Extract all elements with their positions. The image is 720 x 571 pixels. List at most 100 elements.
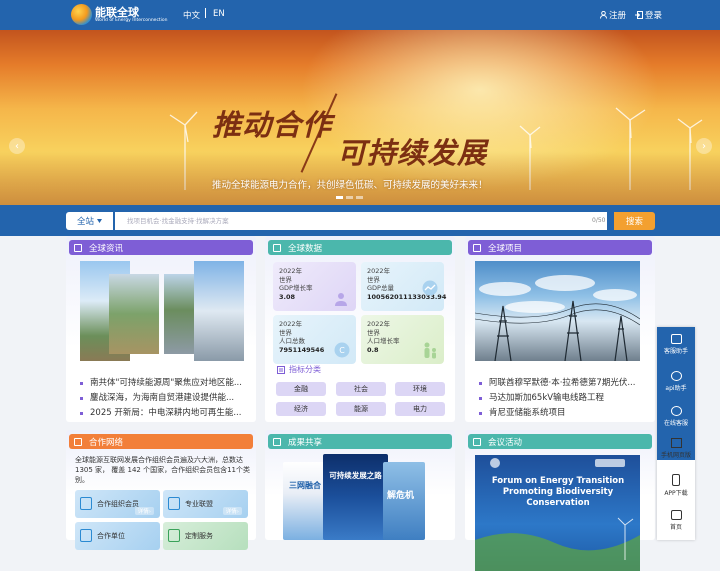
- lang-chinese-link[interactable]: 中文: [183, 9, 200, 21]
- search-scope-select[interactable]: 全站: [66, 212, 113, 230]
- projects-card-header[interactable]: 全球项目: [468, 240, 652, 255]
- partners-card-header[interactable]: 合作网络: [69, 434, 253, 449]
- service-icon: [168, 529, 180, 542]
- tag-button-society[interactable]: 社会: [336, 382, 386, 396]
- banner-prev-arrow-icon[interactable]: ‹: [9, 138, 25, 154]
- banner-dot[interactable]: [336, 196, 343, 199]
- projects-card-title: 全球项目: [488, 243, 523, 254]
- partner-custom-service-box[interactable]: 定制服务: [163, 522, 248, 550]
- tag-button-environment[interactable]: 环境: [395, 382, 445, 396]
- logo-title-en[interactable]: World of Energy Interconnection: [95, 18, 168, 23]
- partners-card-title: 合作网络: [89, 437, 124, 448]
- login-link[interactable]: 登录: [635, 9, 662, 21]
- units-icon: [80, 529, 92, 542]
- details-link[interactable]: 详情›: [222, 507, 242, 515]
- banner-dot[interactable]: [356, 196, 363, 199]
- list-item[interactable]: 肯尼亚储能系统项目: [479, 406, 649, 421]
- sidebar-app-download[interactable]: APP下载: [657, 470, 695, 500]
- list-item[interactable]: 2025 开新局：中电深耕内地可再生能...: [80, 406, 250, 421]
- home-icon: [670, 509, 682, 520]
- family-icon: [424, 342, 436, 359]
- svg-text:C: C: [339, 346, 345, 355]
- people-icon: [335, 293, 347, 306]
- stat-tile-population-growth[interactable]: 2022年 世界 人口增长率 0.8: [361, 315, 444, 364]
- forum-poster[interactable]: Forum on Energy Transition Promoting Bio…: [475, 455, 640, 571]
- hero-banner[interactable]: 推动合作 可持续发展 推动全球能源电力合作，共创绿色低碳、可持续发展的美好未来！…: [0, 30, 720, 205]
- logo-globe-icon[interactable]: [71, 4, 92, 25]
- sidebar-api-assistant[interactable]: api助手: [657, 366, 695, 396]
- tag-button-finance[interactable]: 金融: [276, 382, 326, 396]
- register-link[interactable]: 注册: [600, 9, 626, 21]
- partner-units-box[interactable]: 合作单位: [75, 522, 160, 550]
- results-card-header[interactable]: 成果共享: [268, 434, 452, 449]
- results-card: 成果共享 三网融合 可持续发展之路 解危机: [265, 430, 455, 540]
- login-icon: [635, 11, 643, 19]
- data-card-title: 全球数据: [288, 243, 323, 254]
- stat-scope: 世界: [279, 275, 292, 284]
- book-cover-title: 可持续发展之路: [329, 471, 382, 480]
- lang-divider: [205, 8, 206, 18]
- stat-year: 2022年: [279, 320, 303, 328]
- data-icon: [273, 243, 281, 252]
- tag-button-power[interactable]: 电力: [395, 402, 445, 416]
- stat-tile-gdp-growth[interactable]: 2022年 世界 GDP增长率 3.08: [273, 262, 356, 311]
- transmission-towers-illustration: [475, 275, 640, 361]
- book-cover-title: 解危机: [387, 491, 415, 501]
- stat-year: 2022年: [367, 320, 391, 328]
- tag-button-economy[interactable]: 经济: [276, 402, 326, 416]
- list-item[interactable]: 阿联酋穆罕默德·本·拉希德第7期光伏...: [479, 376, 649, 391]
- user-icon: [600, 11, 607, 19]
- tag-button-energy[interactable]: 能源: [336, 402, 386, 416]
- banner-dot[interactable]: [346, 196, 353, 199]
- book-cover-2[interactable]: 可持续发展之路: [323, 454, 388, 540]
- lang-english-link[interactable]: EN: [213, 9, 225, 19]
- alliance-icon: [168, 497, 180, 510]
- event-icon: [473, 437, 481, 446]
- meetings-card-title: 会议活动: [488, 437, 523, 448]
- projects-card: 全球项目 阿联酋穆罕默德·本·拉希德第7期光伏... 马达加斯加65kV输电线路…: [465, 236, 655, 422]
- partners-card: 合作网络 全球能源互联网发展合作组织会员遍及六大洲，总数达 1305 家， 覆盖…: [66, 430, 256, 550]
- list-item[interactable]: 南共体"可持续能源周"聚焦应对地区能...: [80, 376, 250, 391]
- sidebar-mobile-web[interactable]: 手机网页版: [657, 433, 695, 463]
- sidebar-customer-assistant[interactable]: 客服助手: [657, 329, 695, 359]
- banner-slogan-line2: 可持续发展: [337, 136, 488, 170]
- project-photo-power-lines[interactable]: [475, 261, 640, 361]
- sidebar-online-service[interactable]: 在线客服: [657, 401, 695, 431]
- stat-tile-gdp-total[interactable]: 2022年 世界 GDP总量 100562011133033.94: [361, 262, 446, 311]
- search-input[interactable]: [115, 212, 607, 230]
- category-title-text: 指标分类: [289, 365, 321, 374]
- chat-bot-icon: [670, 333, 682, 344]
- search-scope-label: 全站: [76, 217, 94, 227]
- list-item[interactable]: 马达加斯加65kV输电线路工程: [479, 391, 649, 406]
- news-photo-farm[interactable]: [109, 274, 159, 354]
- banner-next-arrow-icon[interactable]: ›: [696, 138, 712, 154]
- list-item[interactable]: 鏖战深海，为海南自贸港建设提供能...: [80, 391, 250, 406]
- meetings-card-header[interactable]: 会议活动: [468, 434, 652, 449]
- news-photo-tower[interactable]: [194, 261, 244, 361]
- stat-year: 2022年: [279, 267, 303, 275]
- data-card-header[interactable]: 全球数据: [268, 240, 452, 255]
- stat-tile-population[interactable]: 2022年 世界 人口总数 7951149546 C: [273, 315, 356, 364]
- share-icon: [273, 437, 281, 446]
- news-card-header[interactable]: 全球资讯: [69, 240, 253, 255]
- partner-alliance-box[interactable]: 专业联盟 详情›: [163, 490, 248, 518]
- stat-value: 0.8: [367, 345, 379, 354]
- projects-icon: [473, 243, 481, 252]
- register-label: 注册: [609, 11, 627, 21]
- book-cover-3[interactable]: 解危机: [383, 462, 425, 540]
- indicator-category-title: 指标分类: [277, 364, 321, 375]
- forum-poster-graphics: [475, 458, 640, 571]
- search-button[interactable]: 搜索: [614, 212, 655, 230]
- network-icon: [74, 437, 82, 446]
- banner-pagination: [336, 196, 363, 199]
- partner-members-box[interactable]: 合作组织会员 详情›: [75, 490, 160, 518]
- category-icon: [277, 365, 285, 374]
- details-link[interactable]: 详情›: [134, 507, 154, 515]
- coin-icon: C: [334, 342, 350, 358]
- results-card-title: 成果共享: [288, 437, 323, 448]
- stat-year: 2022年: [367, 267, 391, 275]
- sidebar-label: APP下载: [664, 489, 688, 497]
- sidebar-label: 在线客服: [663, 419, 688, 427]
- sidebar-home[interactable]: 首页: [657, 505, 695, 535]
- member-card-icon: [80, 497, 92, 510]
